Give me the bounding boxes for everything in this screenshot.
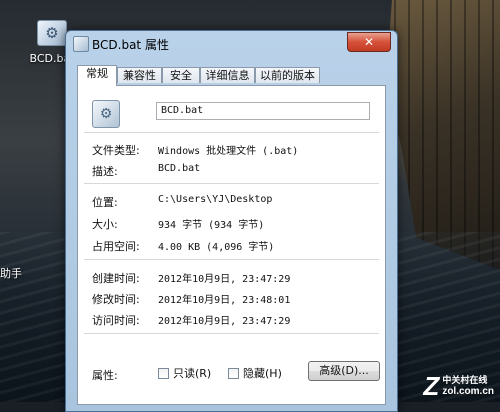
watermark-line2: zol.com.cn xyxy=(442,386,494,397)
separator xyxy=(84,183,379,184)
description-label: 描述: xyxy=(92,165,118,178)
readonly-checkbox[interactable]: 只读(R) xyxy=(158,365,211,381)
accessed-label: 访问时间: xyxy=(92,314,140,327)
disk-size-value: 4.00 KB (4,096 字节) xyxy=(158,242,275,253)
separator xyxy=(84,333,379,334)
checkbox-icon xyxy=(228,367,239,379)
bat-file-icon: ⚙ xyxy=(37,20,67,46)
size-value: 934 字节 (934 字节) xyxy=(158,220,265,231)
accessed-value: 2012年10月9日, 23:47:29 xyxy=(158,316,291,327)
modified-label: 修改时间: xyxy=(92,293,140,306)
tab-security[interactable]: 安全 xyxy=(162,67,200,83)
close-button[interactable]: ✕ xyxy=(347,32,391,52)
close-icon: ✕ xyxy=(363,35,375,49)
general-panel: ⚙ BCD.bat 文件类型: Windows 批处理文件 (.bat) 描述:… xyxy=(77,85,386,405)
tab-previous-versions[interactable]: 以前的版本 xyxy=(255,67,320,83)
created-label: 创建时间: xyxy=(92,272,140,285)
attributes-label: 属性: xyxy=(92,369,118,382)
separator xyxy=(84,259,379,260)
created-value: 2012年10月9日, 23:47:29 xyxy=(158,274,291,285)
location-label: 位置: xyxy=(92,196,118,209)
properties-window: BCD.bat 属性 ✕ 常规 兼容性 安全 详细信息 以前的版本 ⚙ BCD.… xyxy=(65,30,398,412)
watermark-line1: 中关村在线 xyxy=(442,375,488,385)
desktop-side-text: 助手 xyxy=(0,267,22,280)
tab-general[interactable]: 常规 xyxy=(77,65,117,86)
bat-file-icon: ⚙ xyxy=(92,100,120,128)
hidden-checkbox[interactable]: 隐藏(H) xyxy=(228,365,282,381)
modified-value: 2012年10月9日, 23:48:01 xyxy=(158,295,291,306)
window-title: BCD.bat 属性 xyxy=(92,38,169,52)
advanced-button[interactable]: 高级(D)... xyxy=(308,361,380,381)
description-value: BCD.bat xyxy=(158,163,201,174)
file-type-label: 文件类型: xyxy=(92,144,140,157)
size-label: 大小: xyxy=(92,218,118,231)
tab-details[interactable]: 详细信息 xyxy=(200,67,255,83)
readonly-label: 只读(R) xyxy=(173,367,212,380)
bat-file-icon xyxy=(73,36,89,52)
ship-artwork xyxy=(386,0,500,270)
file-name-field[interactable]: BCD.bat xyxy=(156,102,370,120)
hidden-label: 隐藏(H) xyxy=(243,367,282,380)
disk-size-label: 占用空间: xyxy=(92,240,140,253)
file-type-value: Windows 批处理文件 (.bat) xyxy=(158,146,299,157)
location-value: C:\Users\YJ\Desktop xyxy=(158,194,273,205)
separator xyxy=(84,132,379,133)
watermark-logo: Z 中关村在线 zol.com.cn xyxy=(423,371,494,401)
title-bar[interactable]: BCD.bat 属性 ✕ xyxy=(66,31,397,55)
checkbox-icon xyxy=(158,367,169,379)
tab-compatibility[interactable]: 兼容性 xyxy=(117,67,162,83)
watermark-logo-mark: Z xyxy=(423,371,440,401)
